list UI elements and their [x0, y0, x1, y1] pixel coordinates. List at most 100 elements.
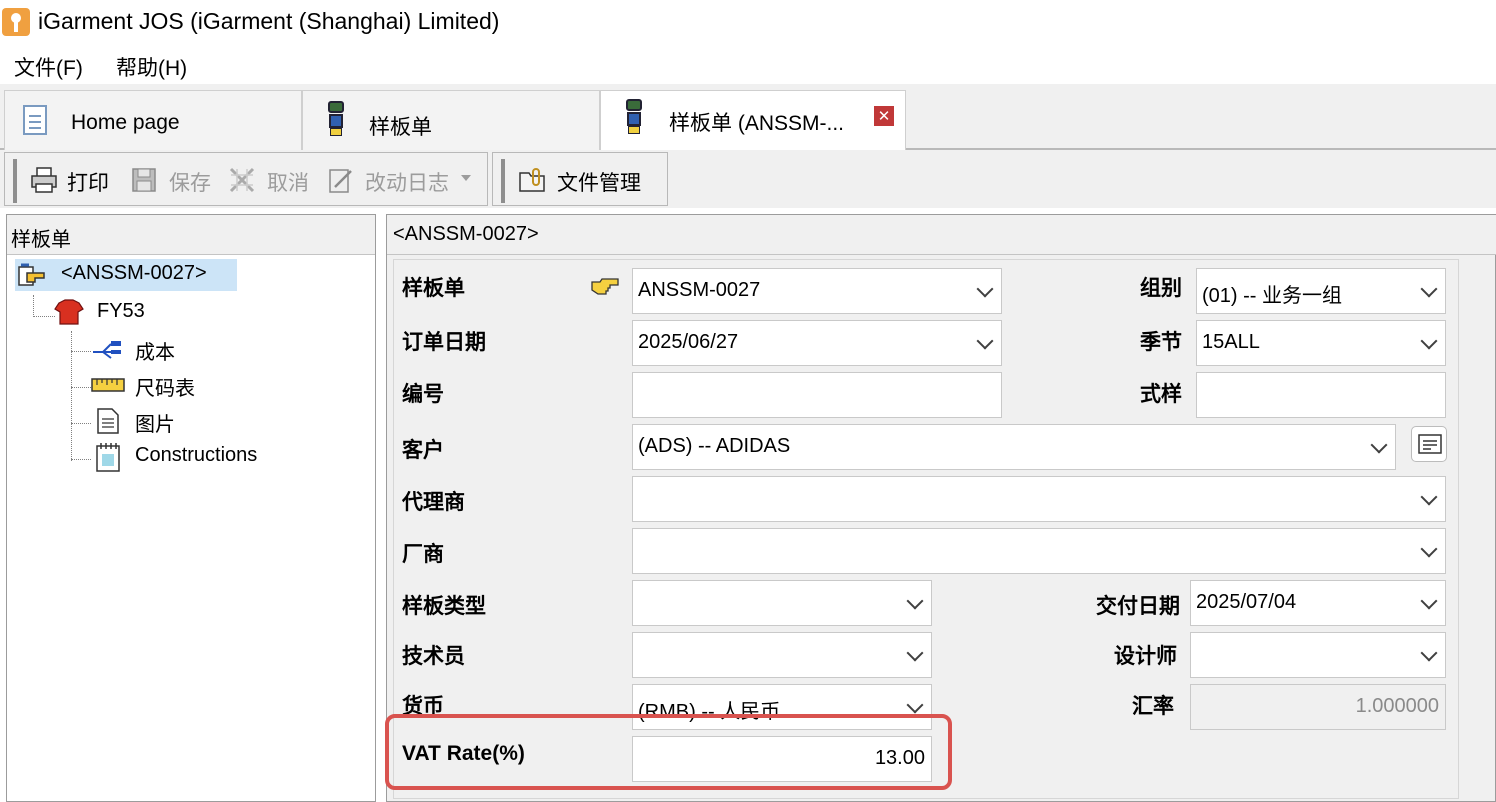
chevron-down-icon [976, 280, 994, 298]
sample-type-label: 样板类型 [402, 595, 486, 618]
delivery-date-label: 交付日期 [1096, 595, 1180, 618]
changelog-label: 改动日志 [365, 172, 449, 195]
cancel-button[interactable]: 取消 [227, 163, 317, 199]
chevron-down-icon [1370, 436, 1388, 454]
customer-select[interactable]: (ADS) -- ADIDAS [632, 424, 1396, 470]
toolbar-group-main: 打印 保存 取消 改动日志 [4, 152, 488, 206]
edit-log-icon [329, 169, 352, 193]
cancel-label: 取消 [267, 172, 309, 195]
shirt-icon [54, 299, 84, 325]
toolbar-grip[interactable] [501, 159, 505, 203]
chevron-down-icon [1420, 332, 1438, 350]
sample-order-icon [623, 99, 645, 135]
menu-bar: 文件(F) 帮助(H) [0, 46, 1496, 84]
chevron-down-icon [906, 696, 924, 714]
card-icon [1418, 434, 1442, 454]
style-input[interactable] [1196, 372, 1446, 418]
order-date-value: 2025/06/27 [638, 331, 739, 353]
tree-images-label: 图片 [135, 414, 175, 436]
tree-cost-label: 成本 [135, 342, 175, 364]
tab-sample-order-detail[interactable]: 样板单 (ANSSM-... [600, 90, 906, 152]
tab-strip: Home page 样板单 样板单 (ANSSM-... [0, 84, 1496, 152]
changelog-dropdown-button[interactable]: 改动日志 [325, 163, 475, 199]
title-bar: iGarment JOS (iGarment (Shanghai) Limite… [0, 0, 1496, 46]
technician-label: 技术员 [402, 645, 465, 668]
chevron-down-icon [1420, 644, 1438, 662]
customer-value: (ADS) -- ADIDAS [638, 435, 791, 457]
group-select[interactable]: (01) -- 业务一组 [1196, 268, 1446, 314]
chevron-down-icon [906, 644, 924, 662]
season-select[interactable]: 15ALL [1196, 320, 1446, 366]
form-header: <ANSSM-0027> [387, 215, 1496, 255]
factory-label: 厂商 [402, 543, 444, 566]
designer-label: 设计师 [1114, 645, 1177, 668]
floppy-disk-icon [132, 168, 156, 192]
order-date-picker[interactable]: 2025/06/27 [632, 320, 1002, 366]
vat-rate-highlight [385, 714, 952, 790]
number-input[interactable] [632, 372, 1002, 418]
tree-style-label: FY53 [97, 300, 145, 322]
tree-constructions-label: Constructions [135, 444, 258, 466]
exchange-rate-label: 汇率 [1132, 695, 1174, 718]
technician-select[interactable] [632, 632, 932, 678]
chevron-down-icon [906, 592, 924, 610]
sample-order-label: 样板单 [402, 277, 465, 300]
delivery-date-picker[interactable]: 2025/07/04 [1190, 580, 1446, 626]
sample-order-icon [325, 101, 347, 137]
form-title: <ANSSM-0027> [393, 223, 539, 245]
print-label: 打印 [67, 172, 109, 195]
customer-details-button[interactable] [1411, 426, 1447, 462]
file-manage-button[interactable]: 文件管理 [517, 163, 661, 199]
toolbar-group-files: 文件管理 [492, 152, 668, 206]
style-label: 式样 [1140, 383, 1182, 406]
order-date-label: 订单日期 [402, 331, 486, 354]
tree-title: 样板单 [11, 229, 71, 251]
chevron-down-icon [1420, 280, 1438, 298]
tree-node-root[interactable]: <ANSSM-0027> [15, 259, 237, 291]
tab-label: Home page [71, 111, 180, 134]
designer-select[interactable] [1190, 632, 1446, 678]
factory-select[interactable] [632, 528, 1446, 574]
pointing-hand-icon[interactable] [590, 276, 622, 298]
group-label: 组别 [1140, 277, 1182, 300]
season-value: 15ALL [1202, 331, 1260, 353]
printer-icon [31, 167, 57, 193]
tree-size-chart-label: 尺码表 [135, 378, 195, 400]
app-icon [2, 8, 30, 36]
chevron-down-icon [1420, 592, 1438, 610]
menu-help[interactable]: 帮助(H) [116, 52, 187, 82]
toolbar: 打印 保存 取消 改动日志 文件管理 [0, 150, 1496, 208]
menu-file[interactable]: 文件(F) [14, 52, 83, 82]
customer-label: 客户 [402, 439, 444, 462]
toolbar-grip[interactable] [13, 159, 17, 203]
agent-select[interactable] [632, 476, 1446, 522]
tree-node-style[interactable]: FY53 [53, 297, 253, 329]
tree-node-constructions[interactable]: Constructions [91, 441, 311, 473]
sample-type-select[interactable] [632, 580, 932, 626]
exchange-rate-input[interactable]: 1.000000 [1190, 684, 1446, 730]
image-document-icon [97, 408, 119, 434]
chevron-down-icon [976, 332, 994, 350]
print-button[interactable]: 打印 [29, 163, 121, 199]
tree-node-size-chart[interactable]: 尺码表 [91, 369, 291, 401]
folder-clip-icon [519, 168, 545, 192]
cost-branch-icon [93, 341, 121, 359]
close-tab-icon[interactable]: ✕ [874, 106, 894, 126]
tab-label: 样板单 [369, 116, 432, 139]
save-button[interactable]: 保存 [129, 163, 219, 199]
sample-order-select[interactable]: ANSSM-0027 [632, 268, 1002, 314]
chevron-down-icon [1420, 488, 1438, 506]
exchange-rate-value: 1.000000 [1355, 695, 1439, 717]
tree-node-cost[interactable]: 成本 [91, 333, 291, 365]
tab-label: 样板单 (ANSSM-... [669, 112, 845, 135]
delivery-date-value: 2025/07/04 [1196, 591, 1297, 613]
notepad-icon [96, 443, 120, 472]
ruler-icon [91, 378, 125, 392]
tab-home-page[interactable]: Home page [4, 90, 302, 150]
tab-sample-order[interactable]: 样板单 [302, 90, 600, 150]
agent-label: 代理商 [402, 491, 465, 514]
tree-node-images[interactable]: 图片 [91, 405, 291, 437]
file-manage-label: 文件管理 [557, 172, 641, 195]
tree-panel: 样板单 <ANSSM-0027> FY53 成本 尺码表 图片 Construc… [6, 214, 376, 802]
window-title: iGarment JOS (iGarment (Shanghai) Limite… [38, 8, 500, 34]
